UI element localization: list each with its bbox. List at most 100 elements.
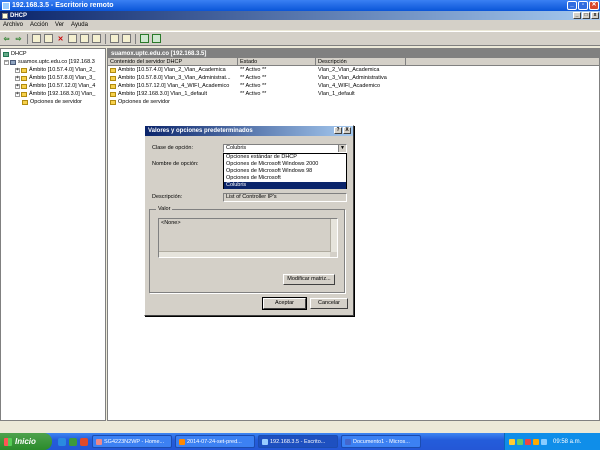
value-group-label: Valor [156, 206, 173, 212]
tree-scope-label: Ámbito [10.57.8.0] Vlan_3_ [29, 75, 96, 81]
chevron-down-icon[interactable]: ▼ [338, 145, 346, 152]
browser-icon[interactable] [58, 437, 66, 446]
cancel-button[interactable]: Cancelar [310, 298, 348, 309]
column-headers: Contenido del servidor DHCP Estado Descr… [108, 58, 599, 66]
modify-array-button[interactable]: Modificar matriz... [283, 274, 335, 285]
menu-ayuda[interactable]: Ayuda [71, 22, 88, 28]
remote-desktop-title: 192.168.3.5 - Escritorio remoto [12, 2, 114, 9]
restore-button[interactable]: ▫ [578, 1, 588, 10]
folder-icon [21, 75, 27, 81]
dialog-titlebar: Valores y opciones predeterminados ? X [145, 126, 353, 136]
row-status: ** Activo ** [240, 83, 267, 89]
taskbar-item[interactable]: Documento1 - Micros... [341, 435, 421, 448]
folder-icon [110, 91, 116, 97]
column-header-content[interactable]: Contenido del servidor DHCP [108, 58, 238, 65]
table-row[interactable]: Ámbito [192.168.3.0] Vlan_1_default ** A… [108, 90, 599, 98]
forward-arrow-icon[interactable]: ⇨ [14, 34, 23, 43]
taskbar-item[interactable]: SG4223N2WP - Home... [92, 435, 172, 448]
tray-icon[interactable] [541, 438, 547, 445]
table-row[interactable]: Opciones de servidor [108, 98, 599, 106]
folder-icon [110, 67, 116, 73]
tree-scope-label: Ámbito [10.57.12.0] Vlan_4 [29, 83, 96, 89]
option-class-label: Clase de opción: [152, 145, 193, 151]
value-list[interactable]: <None> [158, 218, 338, 258]
dhcp-window-title: DHCP [10, 12, 28, 19]
expand-icon[interactable]: + [15, 91, 20, 97]
tree-server[interactable]: − suamox.uptc.edu.co [192.168.3 [1, 58, 105, 66]
tree-scope[interactable]: + Ámbito [10.57.4.0] Vlan_2_ [1, 66, 105, 74]
tray-icon[interactable] [525, 438, 531, 445]
mmc-maximize-button[interactable]: □ [582, 12, 590, 19]
refresh-icon[interactable] [80, 34, 89, 43]
folder-icon [110, 83, 116, 89]
ok-button[interactable]: Aceptar [262, 297, 307, 310]
up-folder-icon[interactable] [32, 34, 41, 43]
tree-scope-label: Ámbito [10.57.4.0] Vlan_2_ [29, 67, 96, 73]
option-class-select[interactable]: Colubris ▼ [223, 144, 347, 153]
system-tray: 09:58 a.m. [504, 433, 600, 450]
row-status: ** Activo ** [240, 75, 267, 81]
row-description: Vlan_2_Vlan_Academica [318, 67, 380, 73]
tree-scope[interactable]: + Ámbito [10.57.8.0] Vlan_3_ [1, 74, 105, 82]
mmc-minimize-button[interactable]: _ [573, 12, 581, 19]
tray-icon[interactable] [517, 438, 523, 445]
console-icon[interactable] [122, 34, 131, 43]
dropdown-option[interactable]: Opciones estándar de DHCP [224, 154, 346, 161]
close-button[interactable]: ✕ [589, 1, 599, 10]
dialog-title: Valores y opciones predeterminados [148, 128, 253, 134]
table-row[interactable]: Ámbito [10.57.12.0] Vlan_4_WIFI_Academic… [108, 82, 599, 90]
expand-icon[interactable]: + [15, 83, 20, 89]
tree-root[interactable]: DHCP [1, 50, 105, 58]
dropdown-option-selected[interactable]: Colubris [224, 182, 346, 189]
row-name: Ámbito [10.57.4.0] Vlan_2_Vlan_Academica [118, 67, 226, 73]
media-icon[interactable] [80, 437, 88, 446]
mmc-close-button[interactable]: x [591, 12, 599, 19]
help-icon[interactable] [110, 34, 119, 43]
toolbar-divider [27, 33, 28, 44]
minimize-button[interactable]: _ [567, 1, 577, 10]
folder-icon [21, 91, 27, 97]
menu-ver[interactable]: Ver [55, 22, 64, 28]
tray-icon[interactable] [533, 438, 539, 445]
dropdown-option[interactable]: Opciones de Microsoft Windows 98 [224, 168, 346, 175]
show-tree-icon[interactable] [44, 34, 53, 43]
folder-icon [110, 75, 116, 81]
taskbar-item-label: 192.168.3.5 - Escrito... [270, 438, 326, 445]
tree-scope[interactable]: + Ámbito [192.168.3.0] Vlan_ [1, 90, 105, 98]
clock[interactable]: 09:58 a.m. [553, 439, 581, 445]
tree-server-options[interactable]: Opciones de servidor [1, 98, 105, 106]
option-class-value: Colubris [226, 145, 247, 151]
tray-icon[interactable] [509, 438, 515, 445]
description-field: List of Controller IP's [223, 193, 347, 202]
network-server-icon[interactable] [152, 34, 161, 43]
menu-accion[interactable]: Acción [30, 22, 48, 28]
tree-root-label: DHCP [11, 51, 27, 57]
expand-icon[interactable]: + [15, 75, 20, 81]
back-arrow-icon[interactable]: ⇦ [2, 34, 11, 43]
taskbar-item-active[interactable]: 192.168.3.5 - Escrito... [258, 435, 338, 448]
dhcp-icon [3, 51, 9, 57]
column-header-status[interactable]: Estado [238, 58, 316, 65]
authorize-server-icon[interactable] [140, 34, 149, 43]
collapse-icon[interactable]: − [4, 59, 9, 65]
dropdown-option[interactable]: Opciones de Microsoft Windows 2000 [224, 161, 346, 168]
start-button[interactable]: Inicio [0, 433, 52, 450]
properties-icon[interactable] [68, 34, 77, 43]
tree-scope[interactable]: + Ámbito [10.57.12.0] Vlan_4 [1, 82, 105, 90]
expand-icon[interactable]: + [15, 67, 20, 73]
menu-archivo[interactable]: Archivo [3, 22, 23, 28]
firefox-icon[interactable] [69, 437, 77, 446]
export-list-icon[interactable] [92, 34, 101, 43]
dialog-help-button[interactable]: ? [334, 127, 342, 134]
vertical-scrollbar[interactable] [330, 219, 337, 252]
row-status: ** Activo ** [240, 67, 267, 73]
table-row[interactable]: Ámbito [10.57.4.0] Vlan_2_Vlan_Academica… [108, 66, 599, 74]
dialog-close-button[interactable]: X [343, 127, 351, 134]
delete-icon[interactable]: ✕ [56, 34, 65, 43]
table-row[interactable]: Ámbito [10.57.8.0] Vlan_3_Vlan_Administr… [108, 74, 599, 82]
dropdown-option[interactable]: Opciones de Microsoft [224, 175, 346, 182]
dhcp-window-titlebar: DHCP _ □ x [0, 11, 600, 20]
horizontal-scrollbar[interactable] [159, 251, 330, 257]
column-header-description[interactable]: Descripción [316, 58, 406, 65]
taskbar-item[interactable]: 2014-07-24-set-pred... [175, 435, 255, 448]
